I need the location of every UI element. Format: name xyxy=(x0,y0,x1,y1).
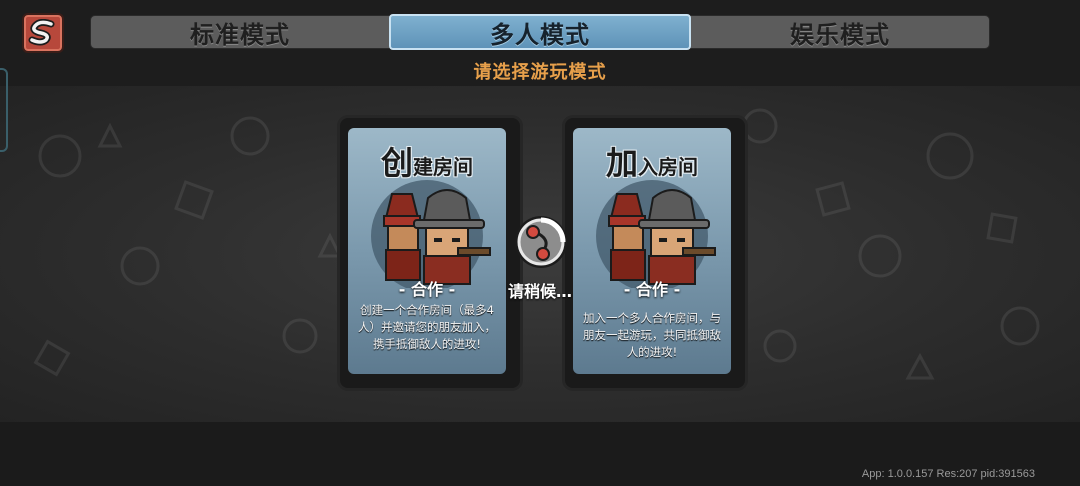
mode-tabs: 标准模式 多人模式 娱乐模式 xyxy=(90,14,990,50)
tab-multiplayer-mode[interactable]: 多人模式 xyxy=(389,14,691,50)
join-room-description: 加入一个多人合作房间，与朋友一起游玩，共同抵御敌人的进攻! xyxy=(583,311,721,359)
soldiers-illustration xyxy=(596,180,716,288)
join-room-card[interactable]: 加入房间 - 合作 - 加入一个多人合作房间，与朋友一起游玩，共同抵御敌人的进攻… xyxy=(573,128,731,374)
soldiers-illustration xyxy=(371,180,491,288)
loading-spinner-icon xyxy=(515,216,567,268)
create-room-description: 创建一个合作房间（最多4人）并邀请您的朋友加入，携手抵御敌人的进攻! xyxy=(358,303,496,351)
top-bar: 标准模式 多人模式 娱乐模式 请选择游玩模式 xyxy=(0,0,1080,86)
tab-entertainment-mode[interactable]: 娱乐模式 xyxy=(691,16,989,49)
tab-standard-mode[interactable]: 标准模式 xyxy=(91,16,389,49)
create-room-card-frame: 创建房间 - 合作 - 创建一个合作房间（最多4人）并邀请您的朋友加入，携手抵御… xyxy=(340,118,520,388)
join-room-mode-label: - 合作 - xyxy=(623,280,681,299)
create-room-card[interactable]: 创建房间 - 合作 - 创建一个合作房间（最多4人）并邀请您的朋友加入，携手抵御… xyxy=(348,128,506,374)
page-subtitle: 请选择游玩模式 xyxy=(473,62,607,83)
create-room-mode-label: - 合作 - xyxy=(398,280,456,299)
loading-text: 请稍候… xyxy=(507,282,572,301)
side-panel-handle[interactable] xyxy=(0,68,8,152)
back-button[interactable] xyxy=(22,13,64,53)
s-back-icon xyxy=(28,19,55,46)
join-room-card-frame: 加入房间 - 合作 - 加入一个多人合作房间，与朋友一起游玩，共同抵御敌人的进攻… xyxy=(565,118,745,388)
version-info: App: 1.0.0.157 Res:207 pid:391563 xyxy=(861,468,1035,480)
